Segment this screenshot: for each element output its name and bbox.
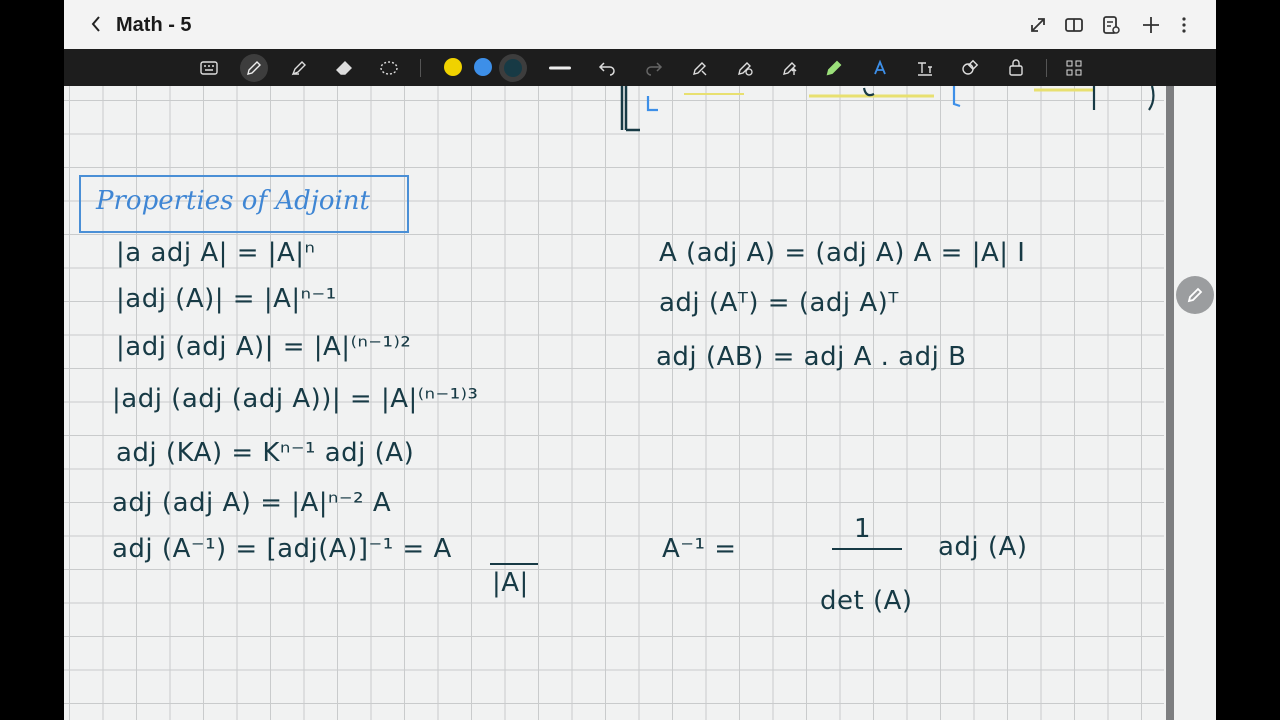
page-settings-button[interactable] [1098, 12, 1124, 38]
note-inverse-denominator: det (A) [820, 586, 913, 616]
apps-icon [1066, 60, 1082, 76]
lock-icon [1009, 59, 1023, 76]
vertical-scrollbar[interactable] [1166, 86, 1174, 720]
notes-app-window: Math - 5 Properties of Adjoint |a adj A|… [64, 0, 1216, 720]
lock-tool[interactable] [1002, 54, 1030, 82]
note-right-line-1: A (adj A) = (adj A) A = |A| I [659, 238, 1026, 268]
highlighter-icon [291, 61, 306, 76]
pen-color-tool[interactable] [821, 54, 849, 82]
pen-up-icon [783, 62, 797, 75]
shapes-tool[interactable] [956, 54, 984, 82]
book-view-button[interactable] [1061, 12, 1087, 38]
undo-icon [598, 62, 615, 76]
partial-ink-scribbles [620, 86, 1155, 132]
pen-tool[interactable] [240, 54, 268, 82]
note-left-fraction-denominator: |A| [492, 568, 529, 598]
text-tool[interactable] [866, 54, 894, 82]
text-icon [874, 59, 886, 75]
heading-properties-of-adjoint: Properties of Adjoint [96, 186, 370, 216]
color-swatch-teal-selected[interactable] [499, 54, 527, 82]
note-inverse-numerator: 1 [854, 514, 872, 544]
note-right-line-3: adj (AB) = adj A . adj B [656, 342, 967, 372]
floating-pen-button[interactable] [1176, 276, 1214, 314]
plus-icon [1143, 17, 1159, 33]
note-left-line-1: |a adj A| = |A|ⁿ [116, 238, 316, 268]
redo-button[interactable] [640, 54, 668, 82]
note-left-line-3: |adj (adj A)| = |A|⁽ⁿ⁻¹⁾² [116, 332, 412, 362]
chevron-left-icon [91, 16, 100, 32]
pen-icon [1187, 287, 1203, 303]
drawing-toolbar [64, 49, 1216, 86]
color-swatch-teal [504, 59, 522, 77]
undo-button[interactable] [593, 54, 621, 82]
back-button[interactable] [84, 12, 108, 36]
page-settings-icon [1103, 16, 1120, 34]
add-page-button[interactable] [1138, 12, 1164, 38]
grid-note-canvas[interactable]: Properties of Adjoint |a adj A| = |A|ⁿ |… [64, 86, 1164, 720]
apps-tool[interactable] [1060, 54, 1088, 82]
fraction-bar [832, 548, 902, 550]
lasso-tool[interactable] [375, 54, 403, 82]
expand-button[interactable] [1025, 12, 1051, 38]
expand-icon [1031, 18, 1045, 32]
pen-color-icon [826, 60, 842, 76]
line-thickness-tool[interactable] [546, 54, 574, 82]
color-swatch-blue[interactable] [474, 58, 492, 76]
eraser-tool[interactable] [330, 54, 358, 82]
eraser-icon [336, 61, 352, 75]
lasso-icon [380, 61, 398, 75]
keyboard-icon [200, 61, 218, 75]
note-inverse-rhs: adj (A) [938, 532, 1028, 562]
more-vert-icon [1182, 17, 1186, 33]
toolbar-divider [420, 59, 421, 77]
pen-settings-icon [693, 62, 707, 76]
keyboard-tool[interactable] [195, 54, 223, 82]
text-box-tool[interactable] [911, 54, 939, 82]
note-left-line-6: adj (adj A) = |A|ⁿ⁻² A [112, 488, 392, 518]
redo-icon [646, 62, 663, 76]
note-left-line-5: adj (KA) = Kⁿ⁻¹ adj (A) [116, 438, 415, 468]
note-left-line-4: |adj (adj (adj A))| = |A|⁽ⁿ⁻¹⁾³ [112, 384, 479, 414]
note-left-line-2: |adj (A)| = |A|ⁿ⁻¹ [116, 284, 337, 314]
pen-icon [247, 61, 261, 75]
shape-icon [738, 62, 753, 76]
book-view-icon [1065, 18, 1083, 32]
line-icon [549, 66, 571, 70]
title-bar: Math - 5 [64, 0, 1216, 49]
pen-up-tool[interactable] [776, 54, 804, 82]
note-inverse-lhs: A⁻¹ = [662, 534, 737, 564]
fraction-bar [490, 563, 538, 565]
shape-recognition-tool[interactable] [731, 54, 759, 82]
note-left-line-7: adj (A⁻¹) = [adj(A)]⁻¹ = A [112, 534, 452, 564]
pen-settings-tool[interactable] [686, 54, 714, 82]
more-options-button[interactable] [1171, 12, 1197, 38]
text-box-icon [918, 62, 932, 76]
color-swatch-yellow[interactable] [444, 58, 462, 76]
note-right-line-2: adj (Aᵀ) = (adj A)ᵀ [659, 288, 899, 318]
document-title: Math - 5 [116, 14, 192, 36]
highlighter-tool[interactable] [285, 54, 313, 82]
shapes-icon [962, 59, 979, 75]
toolbar-divider [1046, 59, 1047, 77]
